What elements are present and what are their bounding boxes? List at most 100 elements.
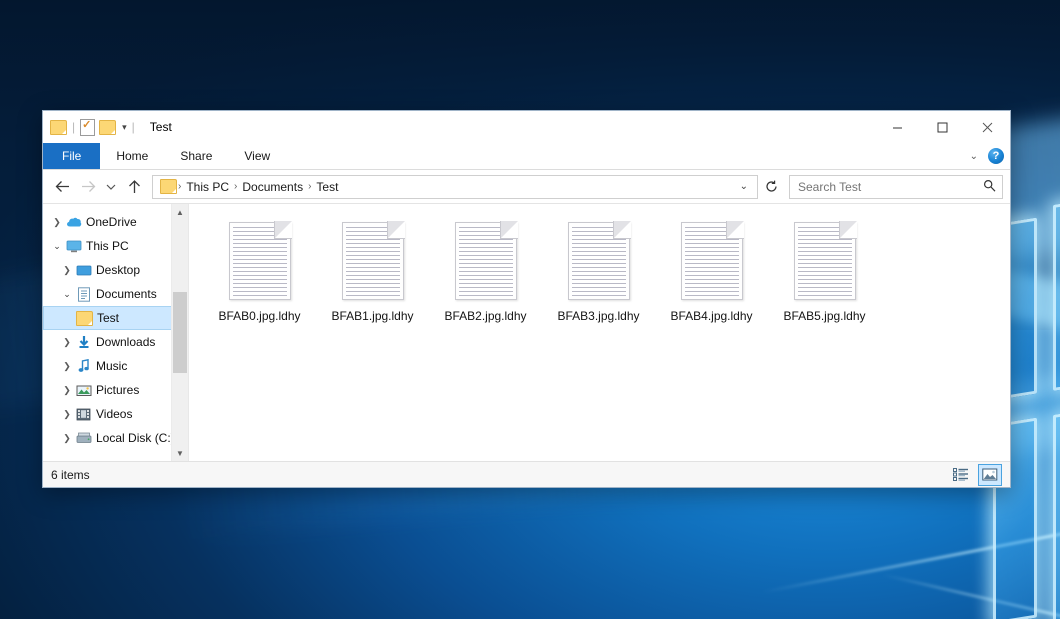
- cloud-icon: [65, 216, 82, 228]
- separator: |: [131, 120, 136, 134]
- help-button[interactable]: ?: [988, 148, 1004, 164]
- sidebar-item-downloads[interactable]: ❯ Downloads: [43, 330, 188, 354]
- sidebar-item-pictures[interactable]: ❯ Pictures: [43, 378, 188, 402]
- desktop-icon: [75, 264, 92, 277]
- sidebar-item-label: This PC: [86, 239, 129, 253]
- sidebar-item-label: Pictures: [96, 383, 139, 397]
- file-grid: BFAB0.jpg.ldhy BFAB1.jpg.ldhy BFAB2.jpg.…: [203, 218, 1010, 329]
- address-bar: › This PC › Documents › Test ⌄: [43, 170, 1010, 203]
- logo-pane: [1053, 382, 1060, 619]
- sidebar-item-test[interactable]: Test: [43, 306, 186, 330]
- breadcrumb-item-test[interactable]: Test: [312, 180, 342, 194]
- window-title: Test: [150, 120, 172, 134]
- minimize-button[interactable]: [875, 111, 920, 143]
- chevron-right-icon[interactable]: ❯: [59, 433, 75, 444]
- up-arrow-icon[interactable]: [122, 175, 146, 199]
- item-count: 6 items: [51, 468, 90, 482]
- sidebar-item-label: OneDrive: [86, 215, 137, 229]
- sidebar-item-documents[interactable]: ⌄ Documents: [43, 282, 188, 306]
- sidebar-item-label: Desktop: [96, 263, 140, 277]
- file-item[interactable]: BFAB2.jpg.ldhy: [429, 218, 542, 323]
- sidebar-item-desktop[interactable]: ❯ Desktop: [43, 258, 188, 282]
- sidebar-scrollbar[interactable]: ▲ ▼: [171, 204, 188, 461]
- chevron-down-icon[interactable]: ▾: [120, 122, 127, 133]
- search-input[interactable]: [796, 179, 983, 195]
- tab-view[interactable]: View: [228, 143, 286, 169]
- file-item[interactable]: BFAB3.jpg.ldhy: [542, 218, 655, 323]
- chevron-up-icon[interactable]: ▲: [172, 204, 188, 220]
- address-field[interactable]: › This PC › Documents › Test ⌄: [152, 175, 758, 199]
- quick-access-toolbar: | ▾ | Test: [43, 119, 172, 136]
- desktop-wallpaper: | ▾ | Test File Home: [0, 0, 1060, 619]
- download-icon: [75, 335, 92, 349]
- new-folder-icon[interactable]: [99, 120, 116, 135]
- navigation-pane: ❯ OneDrive ⌄ This PC ❯: [43, 204, 188, 461]
- chevron-right-icon[interactable]: ❯: [49, 217, 65, 228]
- properties-checkmark-icon[interactable]: [80, 119, 95, 136]
- drive-icon: [75, 432, 92, 444]
- view-mode-buttons: [950, 462, 1002, 487]
- tab-share[interactable]: Share: [164, 143, 228, 169]
- chevron-down-icon[interactable]: ⌄: [59, 289, 75, 300]
- sidebar-item-label: Local Disk (C:): [96, 431, 175, 445]
- refresh-icon[interactable]: [760, 176, 782, 198]
- status-bar: 6 items: [43, 461, 1010, 487]
- generic-document-icon: [794, 222, 856, 300]
- chevron-down-icon[interactable]: ⌄: [735, 181, 753, 192]
- file-item[interactable]: BFAB0.jpg.ldhy: [203, 218, 316, 323]
- search-box[interactable]: [789, 175, 1003, 199]
- breadcrumb-item-documents[interactable]: Documents: [238, 180, 307, 194]
- details-view-icon[interactable]: [950, 465, 972, 485]
- chevron-down-icon[interactable]: ▼: [172, 445, 188, 461]
- back-arrow-icon[interactable]: [50, 175, 74, 199]
- scrollbar-track[interactable]: [172, 220, 188, 445]
- chevron-right-icon[interactable]: ❯: [59, 385, 75, 396]
- chevron-right-icon[interactable]: ❯: [59, 265, 75, 276]
- generic-document-icon: [229, 222, 291, 300]
- close-button[interactable]: [965, 111, 1010, 143]
- logo-pane: [1053, 172, 1060, 391]
- sidebar-item-local-disk-c[interactable]: ❯ Local Disk (C:): [43, 426, 188, 450]
- explorer-body: ❯ OneDrive ⌄ This PC ❯: [43, 203, 1010, 461]
- forward-arrow-icon: [76, 175, 100, 199]
- file-explorer-window: | ▾ | Test File Home: [42, 110, 1011, 488]
- chevron-down-icon[interactable]: ⌄: [49, 241, 65, 252]
- generic-document-icon: [681, 222, 743, 300]
- file-name: BFAB3.jpg.ldhy: [557, 309, 639, 323]
- recent-locations-icon[interactable]: [102, 175, 120, 199]
- breadcrumb-item-this-pc[interactable]: This PC: [182, 180, 233, 194]
- file-item[interactable]: BFAB5.jpg.ldhy: [768, 218, 881, 323]
- breadcrumb: › This PC › Documents › Test: [177, 180, 735, 194]
- ribbon-tabs: File Home Share View ⌄ ?: [43, 143, 1010, 170]
- chevron-right-icon[interactable]: ❯: [59, 409, 75, 420]
- sidebar-item-label: Music: [96, 359, 127, 373]
- separator: |: [71, 120, 76, 134]
- sidebar-item-this-pc[interactable]: ⌄ This PC: [43, 234, 188, 258]
- tab-file[interactable]: File: [43, 143, 100, 169]
- file-item[interactable]: BFAB4.jpg.ldhy: [655, 218, 768, 323]
- sidebar-item-music[interactable]: ❯ Music: [43, 354, 188, 378]
- scrollbar-thumb[interactable]: [173, 292, 187, 373]
- window-controls: [875, 111, 1010, 143]
- sidebar-item-label: Test: [97, 311, 119, 325]
- file-name: BFAB5.jpg.ldhy: [783, 309, 865, 323]
- sidebar-item-label: Downloads: [96, 335, 155, 349]
- folder-icon: [76, 311, 93, 326]
- file-name: BFAB1.jpg.ldhy: [331, 309, 413, 323]
- folder-icon[interactable]: [50, 120, 67, 135]
- chevron-right-icon[interactable]: ❯: [59, 361, 75, 372]
- tab-home[interactable]: Home: [100, 143, 164, 169]
- sidebar-item-onedrive[interactable]: ❯ OneDrive: [43, 210, 188, 234]
- file-list-pane[interactable]: BFAB0.jpg.ldhy BFAB1.jpg.ldhy BFAB2.jpg.…: [188, 204, 1010, 461]
- large-icons-view-icon[interactable]: [978, 464, 1002, 486]
- file-name: BFAB0.jpg.ldhy: [218, 309, 300, 323]
- search-icon[interactable]: [983, 179, 996, 195]
- chevron-down-icon[interactable]: ⌄: [970, 151, 978, 162]
- file-item[interactable]: BFAB1.jpg.ldhy: [316, 218, 429, 323]
- maximize-button[interactable]: [920, 111, 965, 143]
- sidebar-item-videos[interactable]: ❯ Videos: [43, 402, 188, 426]
- generic-document-icon: [342, 222, 404, 300]
- file-name: BFAB2.jpg.ldhy: [444, 309, 526, 323]
- chevron-right-icon[interactable]: ❯: [59, 337, 75, 348]
- monitor-icon: [65, 240, 82, 253]
